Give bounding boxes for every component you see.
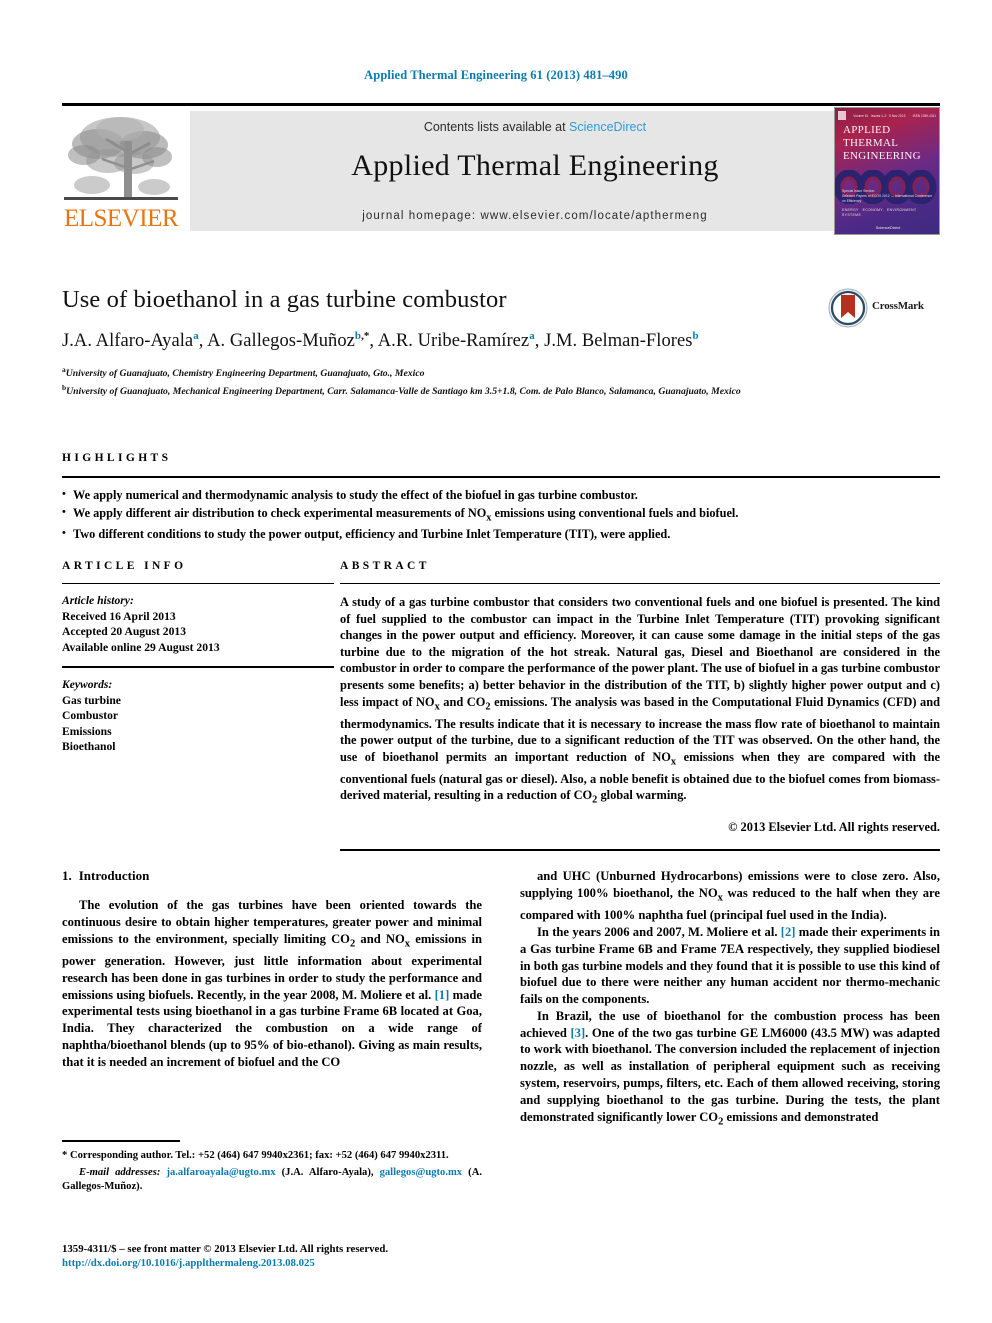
journal-cover-thumbnail: Volume 61 Issues 1–2 5 Nov 2013 ISSN 135…: [834, 107, 940, 235]
abstract-text: A study of a gas turbine combustor that …: [340, 595, 940, 806]
author-name: A.R. Uribe-Ramírez: [377, 331, 530, 352]
masthead-top-rule: [62, 103, 940, 106]
cover-footer-text: Special Issue Section Selected Papers of…: [842, 189, 933, 217]
crossmark-icon: [828, 288, 868, 328]
author-name: J.A. Alfaro-Ayala: [62, 331, 194, 352]
highlight-item: We apply different air distribution to c…: [62, 504, 940, 527]
left-paragraphs: The evolution of the gas turbines have b…: [62, 897, 482, 1070]
crossmark-badge[interactable]: CrossMark: [828, 288, 940, 328]
info-abstract-section: ARTICLE INFO Article history: Received 1…: [62, 560, 940, 851]
cover-elsevier-mini-icon: [838, 111, 846, 120]
email-label: E-mail addresses:: [79, 1166, 161, 1178]
footnotes-block: * Corresponding author. Tel.: +52 (464) …: [62, 1140, 482, 1194]
cover-title: APPLIED THERMAL ENGINEERING: [843, 124, 921, 162]
body-column-right: and UHC (Unburned Hydrocarbons) emission…: [520, 868, 940, 1131]
article-history: Article history: Received 16 April 2013 A…: [62, 593, 334, 655]
author-name: A. Gallegos-Muñoz: [207, 331, 355, 352]
affiliation-item: aUniversity of Guanajuato, Chemistry Eng…: [62, 365, 425, 380]
affiliation-list: aUniversity of Guanajuato, Chemistry Eng…: [62, 363, 940, 398]
journal-homepage-url[interactable]: journal homepage: www.elsevier.com/locat…: [190, 210, 880, 222]
highlight-item: Two different conditions to study the po…: [62, 525, 940, 544]
author-affiliation-marker: b: [692, 330, 699, 342]
keywords-label: Keywords:: [62, 678, 113, 691]
article-history-lines: Received 16 April 2013 Accepted 20 August…: [62, 609, 334, 656]
author-affiliation-marker: a: [193, 330, 199, 342]
title-block: Use of bioethanol in a gas turbine combu…: [62, 286, 940, 399]
highlights-heading: HIGHLIGHTS: [62, 452, 172, 464]
footnote-divider: [62, 1140, 180, 1142]
affiliation-marker: a: [62, 365, 66, 375]
reference-marker[interactable]: [1]: [435, 988, 450, 1002]
page-footer: 1359-4311/$ – see front matter © 2013 El…: [62, 1243, 522, 1269]
cover-brand: ScienceDirect: [875, 225, 901, 230]
affiliation-item: bUniversity of Guanajuato, Mechanical En…: [62, 382, 741, 398]
issn-front-matter: 1359-4311/$ – see front matter © 2013 El…: [62, 1243, 389, 1255]
highlights-rule: [62, 476, 940, 478]
keyword-item: Gas turbine: [62, 693, 121, 707]
contents-prefix: Contents lists available at: [423, 120, 570, 134]
article-history-item: Received 16 April 2013: [62, 609, 176, 623]
affiliation-marker: b: [62, 382, 67, 392]
page-title: Use of bioethanol in a gas turbine combu…: [62, 286, 507, 313]
abstract-rule: [340, 583, 940, 584]
body-paragraph: The evolution of the gas turbines have b…: [62, 898, 482, 1069]
keyword-item: Emissions: [62, 724, 112, 738]
journal-banner: Contents lists available at ScienceDirec…: [190, 111, 880, 231]
elsevier-wordmark: ELSEVIER: [63, 205, 179, 232]
keyword-item: Combustor: [62, 709, 119, 722]
article-history-label: Article history:: [62, 594, 134, 607]
doi-link[interactable]: http://dx.doi.org/10.1016/j.applthermale…: [62, 1257, 522, 1269]
body-paragraph: and UHC (Unburned Hydrocarbons) emission…: [520, 869, 940, 923]
crossmark-label: CrossMark: [872, 300, 924, 312]
cover-issn-text: ISSN 1359-4311: [912, 113, 936, 118]
author-affiliation-marker: a: [529, 330, 535, 342]
author-name: J.M. Belman-Flores: [544, 331, 693, 352]
sciencedirect-link[interactable]: ScienceDirect: [569, 120, 646, 134]
elsevier-logo: ELSEVIER: [62, 111, 180, 232]
email-owner: (J.A. Alfaro-Ayala): [281, 1166, 371, 1178]
section-number: 1.: [62, 868, 72, 883]
body-paragraph: In Brazil, the use of bioethanol for the…: [520, 1008, 940, 1128]
article-info-heading: ARTICLE INFO: [62, 560, 187, 572]
email-link[interactable]: ja.alfaroayala@ugto.mx: [166, 1167, 275, 1178]
running-head: Applied Thermal Engineering 61 (2013) 48…: [364, 68, 628, 82]
keywords-lines: Gas turbine Combustor Emissions Bioethanol: [62, 693, 334, 755]
reference-marker[interactable]: [3]: [570, 1026, 585, 1040]
abstract-copyright: © 2013 Elsevier Ltd. All rights reserved…: [728, 819, 940, 834]
keywords-block: Keywords: Gas turbine Combustor Emissions B…: [62, 677, 334, 755]
email-addresses-note: E-mail addresses: ja.alfaroayala@ugto.mx…: [62, 1166, 482, 1192]
highlights-list: We apply numerical and thermodynamic ana…: [62, 486, 940, 544]
body-paragraph: In the years 2006 and 2007, M. Moliere e…: [520, 924, 941, 1007]
cover-top-bar: Volume 61 Issues 1–2 5 Nov 2013 ISSN 135…: [838, 111, 936, 120]
contents-available-line: Contents lists available at ScienceDirec…: [190, 120, 880, 134]
corresponding-author-note: * Corresponding author. Tel.: +52 (464) …: [62, 1149, 449, 1161]
abstract-heading: ABSTRACT: [340, 560, 430, 572]
section-name: Introduction: [78, 868, 150, 883]
email-link[interactable]: gallegos@ugto.mx: [380, 1167, 463, 1178]
article-history-item: Available online 29 August 2013: [62, 640, 220, 654]
body-column-left: 1. Introduction The evolution of the gas …: [62, 868, 482, 1131]
elsevier-tree-icon: [64, 117, 178, 200]
cover-issue-text: Volume 61 Issues 1–2 5 Nov 2013: [853, 113, 906, 118]
highlight-item: We apply numerical and thermodynamic ana…: [62, 486, 940, 505]
body-columns: 1. Introduction The evolution of the gas …: [62, 868, 940, 1131]
journal-masthead: ELSEVIER Contents lists available at Sci…: [62, 103, 940, 235]
author-list: J.A. Alfaro-Ayalaa, A. Gallegos-Muñozb,*…: [62, 330, 699, 352]
corresponding-author-marker: ,*: [361, 330, 370, 342]
abstract-column: ABSTRACT A study of a gas turbine combus…: [340, 560, 940, 851]
highlights-section: HIGHLIGHTS We apply numerical and thermo…: [62, 452, 940, 544]
abstract-bottom-rule: [340, 848, 940, 851]
journal-title: Applied Thermal Engineering: [351, 149, 719, 182]
right-paragraphs: and UHC (Unburned Hydrocarbons) emission…: [520, 868, 940, 1131]
keyword-item: Bioethanol: [62, 740, 116, 753]
article-info-column: ARTICLE INFO Article history: Received 1…: [62, 560, 334, 851]
reference-marker[interactable]: [2]: [781, 925, 796, 939]
section-title-introduction: 1. Introduction: [62, 868, 482, 884]
keywords-rule: [62, 666, 334, 668]
article-info-rule: [62, 583, 334, 584]
paper-page: Applied Thermal Engineering 61 (2013) 48…: [0, 0, 992, 1323]
article-history-item: Accepted 20 August 2013: [62, 625, 186, 638]
